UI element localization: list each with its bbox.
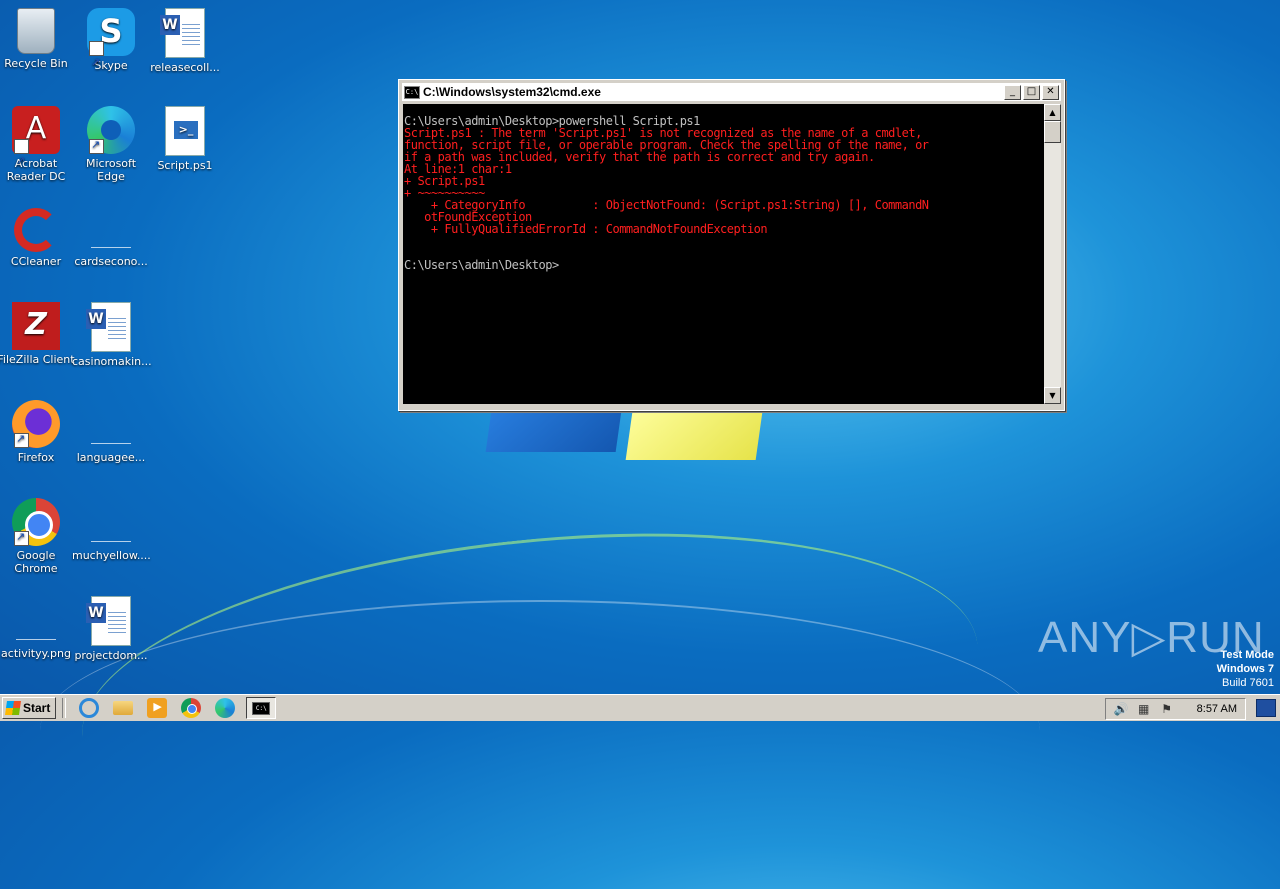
- console-output[interactable]: C:\Users\admin\Desktop>powershell Script…: [403, 104, 1045, 404]
- console-line: At line:1 char:1: [404, 162, 512, 176]
- desktop-icon-script-ps1[interactable]: >_ Script.ps1: [146, 106, 224, 172]
- console-text: C:\Users\admin\Desktop>powershell Script…: [403, 104, 1045, 271]
- console-line: + Script.ps1: [404, 174, 485, 188]
- media-player-icon[interactable]: [147, 698, 168, 718]
- volume-icon[interactable]: 🔊: [1114, 702, 1129, 716]
- desktop-icon-skype[interactable]: S Skype: [72, 8, 150, 86]
- network-icon[interactable]: ▦: [1137, 702, 1151, 716]
- firefox-icon: [12, 400, 60, 448]
- taskbar-cmd-button[interactable]: C:\: [246, 697, 277, 719]
- shortcut-arrow-icon: [14, 138, 29, 184]
- cmd-task-icon: C:\: [252, 701, 271, 715]
- word-document-icon: W: [160, 8, 205, 58]
- acrobat-icon: A: [12, 106, 60, 184]
- desktop-icon-cardsecono[interactable]: cardsecono...: [72, 204, 150, 268]
- edge-icon[interactable]: [215, 698, 236, 718]
- blank-file-icon: [87, 400, 135, 448]
- edge-icon: [87, 106, 135, 154]
- filezilla-icon: Z: [12, 302, 60, 350]
- cmd-window-icon: C:\: [404, 85, 420, 99]
- desktop-icon-acrobat[interactable]: A Acrobat Reader DC: [0, 106, 75, 184]
- desktop-icon-languagee[interactable]: languagee...: [72, 400, 150, 464]
- show-desktop-button[interactable]: [1256, 699, 1276, 717]
- console-line: C:\Users\admin\Desktop>: [404, 258, 559, 272]
- action-center-flag-icon[interactable]: ⚑: [1160, 702, 1174, 716]
- taskbar-separator: [62, 698, 67, 718]
- ccleaner-icon: [14, 208, 58, 252]
- word-document-icon: W: [86, 302, 131, 352]
- desktop-icon-edge[interactable]: Microsoft Edge: [72, 106, 150, 183]
- vertical-scrollbar[interactable]: ▲ ▼: [1044, 104, 1061, 404]
- internet-explorer-icon[interactable]: [79, 698, 100, 718]
- shortcut-arrow-icon: [14, 432, 29, 448]
- maximize-button[interactable]: □: [1023, 84, 1040, 100]
- chrome-icon: [12, 498, 60, 546]
- desktop-icon-filezilla[interactable]: Z FileZilla Client: [0, 302, 75, 366]
- blank-file-icon: [87, 204, 135, 252]
- desktop-icon-activityy[interactable]: activityy.png: [0, 596, 75, 660]
- word-document-icon: W: [86, 596, 131, 646]
- cmd-title-bar[interactable]: C:\ C:\Windows\system32\cmd.exe _ □ ✕: [402, 83, 1061, 101]
- cmd-window-title: C:\Windows\system32\cmd.exe: [423, 85, 601, 99]
- powershell-script-icon: >_: [165, 106, 205, 156]
- desktop-icon-chrome[interactable]: Google Chrome: [0, 498, 75, 575]
- recycle-bin-icon: [17, 8, 55, 54]
- scroll-thumb[interactable]: [1044, 121, 1061, 143]
- test-mode-notice: Test Mode Windows 7 Build 7601: [1216, 649, 1274, 689]
- blank-file-icon: [87, 498, 135, 546]
- cmd-window[interactable]: C:\ C:\Windows\system32\cmd.exe _ □ ✕ C:…: [398, 79, 1065, 411]
- desktop-icon-firefox[interactable]: Firefox: [0, 400, 75, 464]
- desktop-icon-recycle-bin[interactable]: Recycle Bin: [0, 8, 75, 70]
- desktop-icon-projectdom[interactable]: W projectdom...: [72, 596, 150, 662]
- system-tray: 🔊 ▦ ⚑ 8:57 AM: [1104, 698, 1246, 720]
- taskbar: Start C:\ 🔊 ▦ ⚑ 8:57 AM: [0, 694, 1280, 721]
- folder-icon[interactable]: [113, 701, 134, 715]
- blank-file-icon: [12, 596, 60, 644]
- desktop-icon-casinomakin[interactable]: W casinomakin...: [72, 302, 152, 368]
- windows-wallpaper-logo: [480, 390, 770, 530]
- console-line: + FullyQualifiedErrorId : CommandNotFoun…: [404, 222, 768, 236]
- desktop-icon-ccleaner[interactable]: CCleaner: [0, 204, 75, 268]
- start-button[interactable]: Start: [2, 697, 57, 719]
- windows-flag-icon: [5, 701, 21, 715]
- shortcut-arrow-icon: [89, 40, 104, 86]
- desktop-icon-releasecoll[interactable]: W releasecoll...: [146, 8, 224, 74]
- shortcut-arrow-icon: [14, 530, 29, 546]
- desktop-icon-muchyellow[interactable]: muchyellow....: [72, 498, 151, 562]
- skype-icon: S: [87, 8, 135, 86]
- clock[interactable]: 8:57 AM: [1197, 703, 1237, 715]
- scroll-up-button[interactable]: ▲: [1044, 104, 1061, 121]
- close-button[interactable]: ✕: [1042, 84, 1059, 100]
- chrome-icon[interactable]: [181, 698, 202, 718]
- scroll-down-button[interactable]: ▼: [1044, 387, 1061, 404]
- minimize-button[interactable]: _: [1004, 84, 1021, 100]
- shortcut-arrow-icon: [89, 138, 104, 154]
